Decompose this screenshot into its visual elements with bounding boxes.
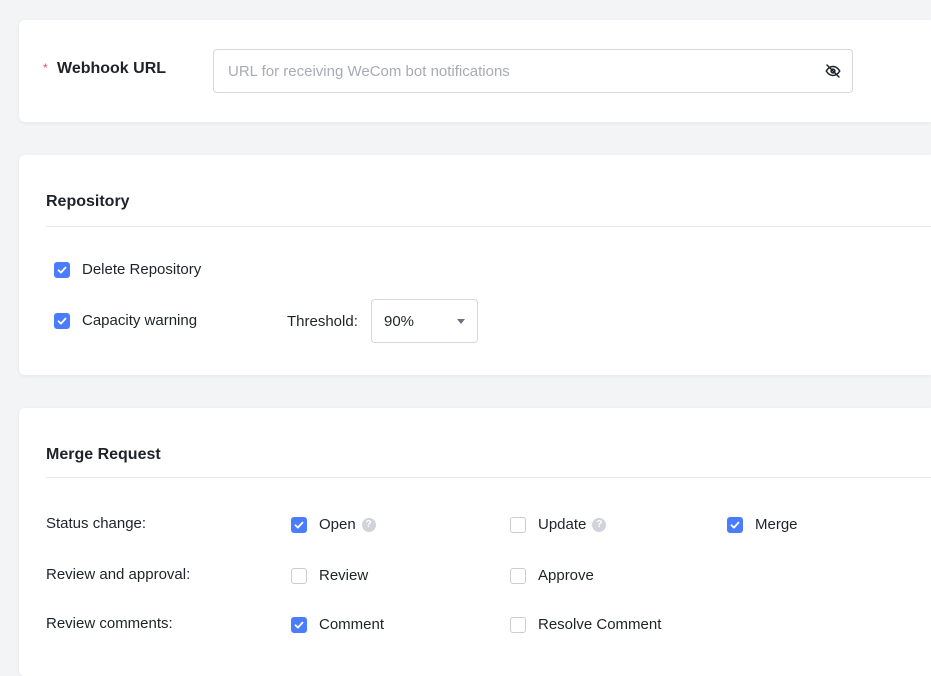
- review-label: Review: [319, 567, 369, 584]
- resolve-comment-label: Resolve Comment: [538, 616, 662, 633]
- delete-repository-label: Delete Repository: [82, 261, 202, 278]
- checkbox-checked-icon: [291, 516, 307, 533]
- approve-checkbox[interactable]: Approve: [510, 567, 594, 584]
- review-checkbox[interactable]: Review: [291, 567, 368, 584]
- checkbox-checked-icon: [54, 261, 70, 278]
- eye-off-icon[interactable]: [824, 62, 842, 80]
- merge-checkbox[interactable]: Merge: [727, 516, 798, 533]
- merge-request-card: Merge Request Status change: Open ? Upda…: [19, 408, 931, 676]
- comment-label: Comment: [319, 616, 385, 633]
- webhook-url-field[interactable]: [213, 49, 853, 93]
- checkbox-unchecked-icon: [291, 567, 307, 584]
- checkbox-unchecked-icon: [510, 567, 526, 584]
- open-checkbox[interactable]: Open ?: [291, 516, 376, 533]
- checkbox-checked-icon: [291, 616, 307, 633]
- help-icon[interactable]: ?: [592, 517, 607, 532]
- checkbox-checked-icon: [54, 312, 70, 329]
- help-icon[interactable]: ?: [361, 517, 376, 532]
- webhook-card: * Webhook URL: [19, 20, 931, 122]
- merge-label: Merge: [755, 516, 798, 533]
- divider: [46, 477, 931, 478]
- capacity-warning-checkbox[interactable]: Capacity warning: [54, 312, 197, 329]
- threshold-select[interactable]: 90%: [371, 299, 478, 343]
- section-title-repository: Repository: [46, 193, 130, 210]
- checkbox-unchecked-icon: [510, 516, 526, 533]
- threshold-label: Threshold:: [287, 313, 358, 330]
- webhook-url-input[interactable]: [226, 61, 824, 81]
- capacity-warning-label: Capacity warning: [82, 312, 198, 329]
- update-label: Update: [538, 516, 587, 533]
- update-checkbox[interactable]: Update ?: [510, 516, 607, 533]
- open-label: Open: [319, 516, 356, 533]
- repository-card: Repository Delete Repository Capacity wa…: [19, 155, 931, 375]
- webhook-url-label: Webhook URL: [57, 60, 167, 77]
- threshold-value: 90%: [384, 312, 415, 330]
- review-approval-label: Review and approval:: [46, 566, 191, 583]
- review-comments-label: Review comments:: [46, 615, 173, 632]
- required-mark: *: [43, 61, 48, 75]
- approve-label: Approve: [538, 567, 594, 584]
- delete-repository-checkbox[interactable]: Delete Repository: [54, 261, 201, 278]
- checkbox-checked-icon: [727, 516, 743, 533]
- resolve-comment-checkbox[interactable]: Resolve Comment: [510, 616, 661, 633]
- section-title-merge-request: Merge Request: [46, 446, 161, 463]
- comment-checkbox[interactable]: Comment: [291, 616, 384, 633]
- chevron-down-icon: [457, 318, 465, 324]
- divider: [46, 226, 931, 227]
- checkbox-unchecked-icon: [510, 616, 526, 633]
- status-change-label: Status change:: [46, 515, 147, 532]
